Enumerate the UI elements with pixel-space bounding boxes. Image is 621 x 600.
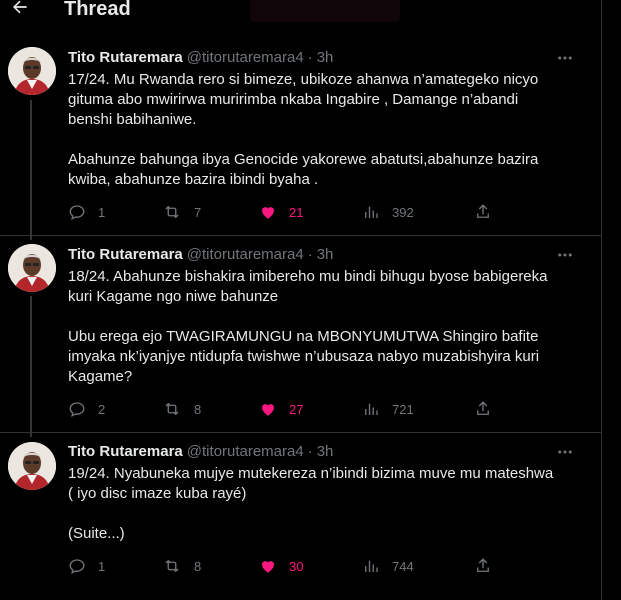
view-count: 721 xyxy=(392,401,414,417)
author-handle[interactable]: @titorutaremara4 xyxy=(187,246,304,264)
tweet-header: Tito Rutaremara @titorutaremara4 · 3h xyxy=(68,246,333,264)
reply-button[interactable]: 2 xyxy=(68,399,105,419)
reply-count: 1 xyxy=(98,204,106,220)
view-count: 392 xyxy=(392,204,414,220)
heart-icon xyxy=(262,404,274,416)
views-icon xyxy=(365,560,378,572)
like-button[interactable]: 30 xyxy=(259,556,303,576)
more-icon xyxy=(558,56,572,60)
separator-dot: · xyxy=(307,49,313,66)
author-handle[interactable]: @titorutaremara4 xyxy=(187,443,304,461)
page-title: Thread xyxy=(64,0,131,20)
retweet-icon xyxy=(165,402,179,416)
avatar-image xyxy=(8,442,56,490)
retweet-icon xyxy=(165,559,179,573)
author-handle[interactable]: @titorutaremara4 xyxy=(187,49,304,67)
timestamp[interactable]: 3h xyxy=(317,443,334,461)
reply-icon xyxy=(69,402,85,418)
views-button[interactable]: 721 xyxy=(362,399,414,419)
share-button[interactable] xyxy=(474,202,492,222)
tweet-text: 18/24. Abahunze bishakira imibereho mu b… xyxy=(68,268,548,385)
reply-icon xyxy=(69,559,85,575)
views-button[interactable]: 392 xyxy=(362,202,414,222)
tweet-divider xyxy=(0,432,601,433)
avatar[interactable] xyxy=(8,47,56,95)
column-border xyxy=(601,0,602,600)
tweet-header: Tito Rutaremara @titorutaremara4 · 3h xyxy=(68,443,333,461)
avatar[interactable] xyxy=(8,244,56,292)
tweet-actions: 2 8 27 721 xyxy=(60,399,500,419)
more-icon xyxy=(558,253,572,257)
like-count: 30 xyxy=(289,558,304,574)
retweet-count: 8 xyxy=(194,401,202,417)
share-icon xyxy=(477,401,489,415)
author-name[interactable]: Tito Rutaremara xyxy=(68,49,183,67)
tweet-actions: 1 7 21 392 xyxy=(60,202,500,222)
timestamp[interactable]: 3h xyxy=(317,49,334,67)
share-icon xyxy=(477,558,489,572)
reply-icon xyxy=(69,205,85,221)
views-icon xyxy=(365,403,378,415)
tweet-actions: 1 8 30 744 xyxy=(60,556,500,576)
share-icon xyxy=(477,204,489,218)
like-button[interactable]: 27 xyxy=(259,399,303,419)
tweet-divider xyxy=(0,235,601,236)
retweet-button[interactable]: 7 xyxy=(162,202,201,222)
tweet-text: 19/24. Nyabuneka mujye mutekereza n’ibin… xyxy=(68,465,554,542)
like-count: 21 xyxy=(289,204,304,220)
more-button[interactable] xyxy=(556,246,574,264)
retweet-icon xyxy=(165,205,179,219)
tweet-text: 17/24. Mu Rwanda rero si bimeze, ubikoze… xyxy=(68,71,539,188)
timestamp[interactable]: 3h xyxy=(317,246,334,264)
back-arrow-icon xyxy=(13,0,27,14)
share-button[interactable] xyxy=(474,556,492,576)
retweet-count: 7 xyxy=(194,204,202,220)
heart-icon xyxy=(262,207,274,219)
view-count: 744 xyxy=(392,558,414,574)
reply-count: 2 xyxy=(98,401,106,417)
separator-dot: · xyxy=(307,246,313,263)
like-button[interactable]: 21 xyxy=(259,202,303,222)
reply-button[interactable]: 1 xyxy=(68,202,105,222)
more-button[interactable] xyxy=(556,443,574,461)
tweet-header: Tito Rutaremara @titorutaremara4 · 3h xyxy=(68,49,333,67)
views-button[interactable]: 744 xyxy=(362,556,414,576)
views-icon xyxy=(365,206,378,218)
thread-connector xyxy=(30,100,32,240)
reply-button[interactable]: 1 xyxy=(68,556,105,576)
avatar[interactable] xyxy=(8,442,56,490)
more-icon xyxy=(558,450,572,454)
like-count: 27 xyxy=(289,401,304,417)
share-button[interactable] xyxy=(474,399,492,419)
retweet-button[interactable]: 8 xyxy=(162,399,201,419)
separator-dot: · xyxy=(307,443,313,460)
thread-connector xyxy=(30,296,32,437)
author-name[interactable]: Tito Rutaremara xyxy=(68,443,183,461)
heart-icon xyxy=(262,561,274,573)
author-name[interactable]: Tito Rutaremara xyxy=(68,246,183,264)
retweet-button[interactable]: 8 xyxy=(162,556,201,576)
thread-header: Thread xyxy=(0,0,621,22)
more-button[interactable] xyxy=(556,49,574,67)
avatar-image xyxy=(8,244,56,292)
retweet-count: 8 xyxy=(194,558,202,574)
avatar-image xyxy=(8,47,56,95)
back-button[interactable] xyxy=(8,0,32,19)
header-tab-highlight xyxy=(250,0,400,22)
reply-count: 1 xyxy=(98,558,106,574)
